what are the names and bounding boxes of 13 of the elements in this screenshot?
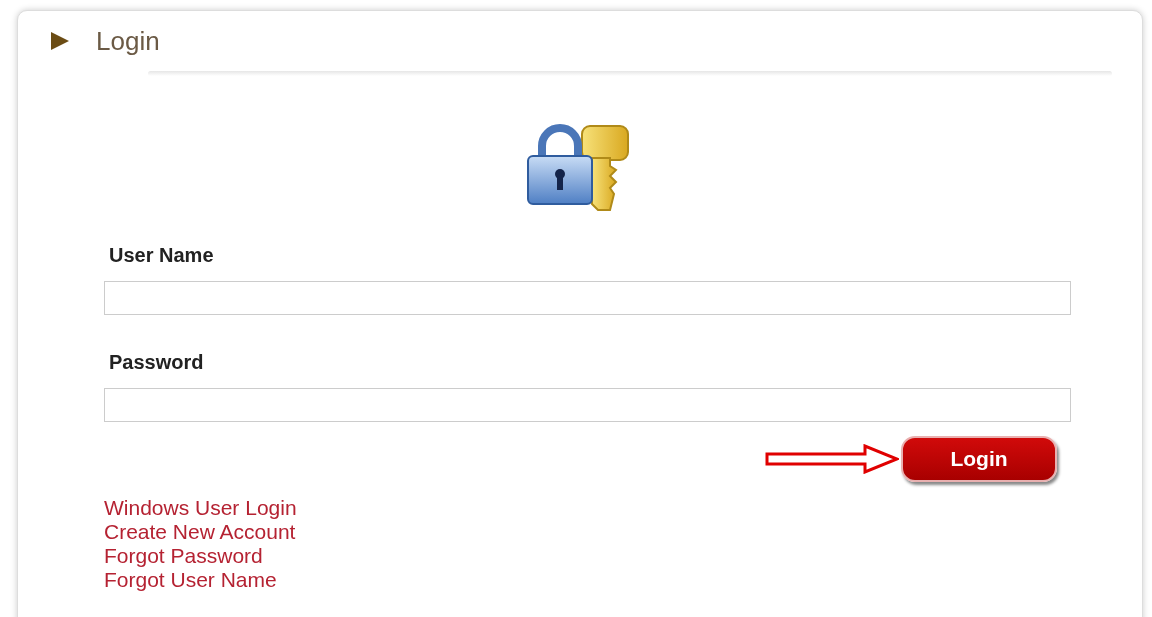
padlock-key-icon: [526, 124, 632, 214]
panel-title: Login: [96, 25, 160, 57]
triangle-icon: [50, 31, 70, 51]
link[interactable]: Windows User Login: [104, 496, 297, 520]
field-label: User Name: [109, 244, 215, 267]
link[interactable]: Forgot Password: [104, 544, 263, 568]
field-label: Password: [109, 351, 205, 374]
login-button[interactable]: Login: [901, 436, 1057, 482]
link[interactable]: Forgot User Name: [104, 568, 277, 592]
arrow-icon: [765, 444, 899, 474]
input-field[interactable]: [104, 281, 1071, 315]
link[interactable]: Create New Account: [104, 520, 296, 544]
input-field[interactable]: [104, 388, 1071, 422]
